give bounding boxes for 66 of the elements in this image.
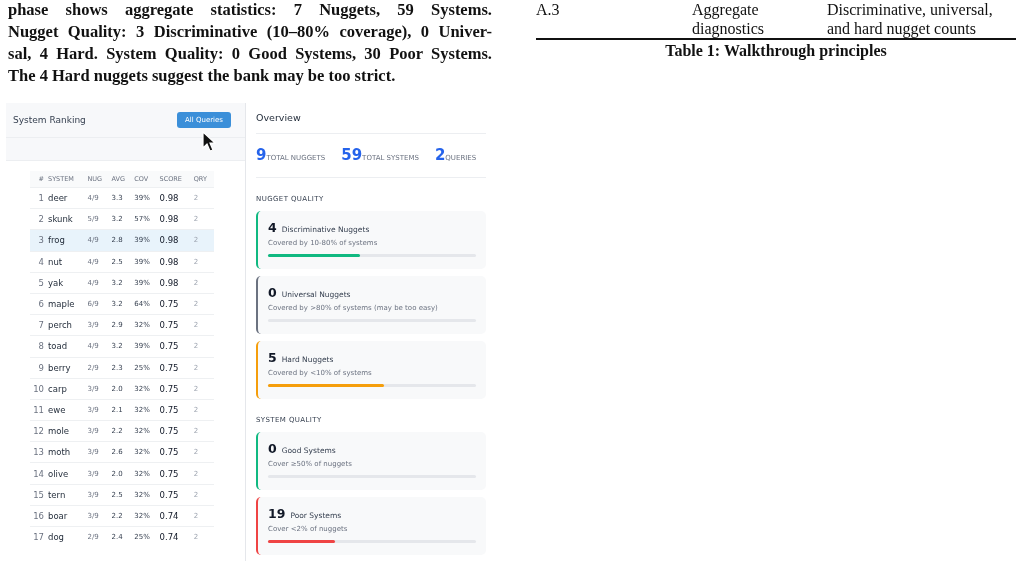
table-cell: nut bbox=[46, 251, 86, 273]
table-cell: 0.75 bbox=[157, 462, 192, 485]
table-cell: 3 bbox=[30, 229, 46, 252]
table-cell: 12 bbox=[30, 420, 46, 442]
table-cell: 0.75 bbox=[157, 335, 192, 357]
table-cell: moth bbox=[46, 441, 86, 463]
table-cell: ewe bbox=[46, 399, 86, 421]
table-cell: 0.75 bbox=[157, 293, 192, 315]
table-caption: Table 1: Walkthrough principles bbox=[664, 42, 888, 60]
stat-value: 9 bbox=[256, 145, 267, 166]
table-cell: 0.75 bbox=[157, 441, 192, 463]
paragraph-line: Nugget Quality: 3 Discriminative (10–80% coverage), 0 Univer- bbox=[8, 21, 492, 43]
table-cell: 14 bbox=[30, 462, 46, 485]
table-cell: 0.75 bbox=[157, 357, 192, 379]
metric-count: 5 bbox=[268, 350, 277, 365]
table-cell: yak bbox=[46, 272, 86, 294]
table-cell: 16 bbox=[30, 505, 46, 527]
table-cell: 7 bbox=[30, 314, 46, 336]
table-cell: 5 bbox=[30, 272, 46, 294]
table-cell: 11 bbox=[30, 399, 46, 421]
table-cell: perch bbox=[46, 314, 86, 336]
metric-count: 19 bbox=[268, 506, 286, 521]
panel-title: System Ranking bbox=[13, 115, 86, 125]
paragraph-line: The 4 Hard nuggets suggest the bank may be too strict. bbox=[8, 65, 397, 87]
paragraph-line: phase shows aggregate statistics: 7 Nuggets, 59 Systems. bbox=[8, 0, 492, 21]
table-cell: tern bbox=[46, 484, 86, 506]
table-cell: 4 bbox=[30, 251, 46, 273]
paragraph-line: sal, 4 Hard. System Quality: 0 Good Systems, 30 Poor Systems. bbox=[8, 43, 492, 65]
table-cell: boar bbox=[46, 505, 86, 527]
table-cell: carp bbox=[46, 378, 86, 400]
table-cell: 0.98 bbox=[157, 229, 192, 252]
table-cell: 0.74 bbox=[157, 526, 192, 548]
table-cell: 0.75 bbox=[157, 420, 192, 442]
table-cell: 13 bbox=[30, 441, 46, 463]
table-cell: 10 bbox=[30, 378, 46, 400]
table-cell: 0.75 bbox=[157, 314, 192, 336]
table-cell: toad bbox=[46, 335, 86, 357]
table-cell: 0.98 bbox=[157, 187, 192, 209]
table-cell: 0.75 bbox=[157, 484, 192, 506]
metric-count: 4 bbox=[268, 220, 277, 235]
table-cell: berry bbox=[46, 357, 86, 379]
table-cell-text: Discriminative, universal, and hard nugget counts bbox=[827, 0, 994, 38]
table-cell: 1 bbox=[30, 187, 46, 209]
table-cell: deer bbox=[46, 187, 86, 209]
metric-count: 0 bbox=[268, 285, 277, 300]
table-cell: 8 bbox=[30, 335, 46, 357]
table-cell: 6 bbox=[30, 293, 46, 315]
table-cell: 17 bbox=[30, 526, 46, 548]
table-cell-text: A.3 bbox=[536, 0, 561, 20]
stat-value: 2 bbox=[434, 145, 446, 166]
table-cell: 0.98 bbox=[157, 272, 192, 294]
table-cell: mole bbox=[46, 420, 86, 442]
table-cell: 0.75 bbox=[157, 378, 192, 400]
table-cell: 0.75 bbox=[157, 399, 192, 421]
table-cell: 0.98 bbox=[157, 251, 192, 273]
panel-title: Overview bbox=[256, 103, 486, 134]
table-cell: frog bbox=[46, 229, 86, 252]
stat-value: 59 bbox=[341, 145, 363, 166]
table-cell: 0.74 bbox=[157, 505, 192, 527]
table-cell: maple bbox=[46, 293, 86, 315]
table-cell: 9 bbox=[30, 357, 46, 379]
metric-count: 0 bbox=[268, 441, 277, 456]
table-cell-text: Aggregate diagnostics bbox=[692, 0, 765, 38]
table-cell: olive bbox=[46, 462, 86, 485]
table-cell: dog bbox=[46, 526, 86, 548]
table-cell: 15 bbox=[30, 484, 46, 506]
